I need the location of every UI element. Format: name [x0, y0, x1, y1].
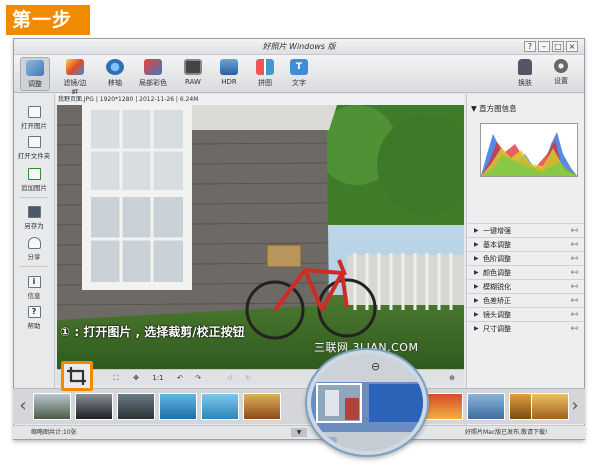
filter-icon: [66, 59, 84, 75]
save-as-icon: [27, 206, 41, 218]
reset-arrow-icon[interactable]: ↤: [570, 294, 578, 308]
status-bar: 缩略图共计:10张 ▼ 好照片Mac版已发布,敬请下载!: [13, 425, 585, 439]
thumbnail-strip: ‹ ›: [13, 388, 585, 424]
minimize-button[interactable]: –: [538, 41, 550, 52]
raw-icon: [184, 59, 202, 75]
zoom-in-icon[interactable]: ⊕: [445, 372, 459, 384]
local-color-icon: [144, 59, 162, 75]
tab-filter-border[interactable]: 滤镜/边框: [60, 57, 90, 97]
chevron-left-icon[interactable]: ‹: [17, 395, 29, 417]
sidebar-item-save-as[interactable]: 另存为: [14, 206, 54, 230]
reset-arrow-icon[interactable]: ↤: [570, 224, 578, 238]
thumbnail[interactable]: [425, 393, 463, 420]
reset-arrow-icon[interactable]: ↤: [570, 280, 578, 294]
undo-icon[interactable]: ↺: [223, 372, 237, 384]
thumbnail[interactable]: [75, 393, 113, 420]
window-title: 好照片 Windows 版: [262, 42, 336, 51]
help-icon: ?: [27, 306, 41, 318]
tab-local-color[interactable]: 局部彩色: [138, 57, 168, 91]
thumbnail[interactable]: [33, 393, 71, 420]
chevron-right-icon[interactable]: ›: [569, 395, 581, 417]
histogram-title: ▼ 直方图信息: [471, 104, 517, 113]
right-panel: ▼ 直方图信息 ▶ 一键增强 ↤ ▶ 基本调整 ↤ ▶ 色阶调整 ↤ ▶ 颜色调整 ↤ ▶ 模糊锐…: [466, 94, 584, 428]
tab-tilt-shift[interactable]: 移轴: [100, 57, 130, 91]
sidebar-divider: [20, 197, 48, 198]
sidebar-item-open-folder[interactable]: 打开文件夹: [14, 136, 54, 160]
thumbnail[interactable]: [531, 393, 569, 420]
sidebar-item-help[interactable]: ? 帮助: [14, 306, 54, 330]
open-image-icon: [27, 106, 41, 118]
left-sidebar: 打开图片 打开文件夹 追加图片 另存为 分享 i 信息 ? 帮助: [14, 94, 55, 428]
main-toolbar: 调整 滤镜/边框 移轴 局部彩色 RAW HDR 拼图 T 文字 换肤 设置: [14, 55, 584, 97]
tilt-shift-icon: [106, 59, 124, 75]
tab-raw[interactable]: RAW: [178, 57, 208, 91]
sidebar-item-append-image[interactable]: 追加图片: [14, 168, 54, 192]
info-icon: i: [27, 276, 41, 288]
actual-size-button[interactable]: 1:1: [149, 372, 167, 384]
thumbnail[interactable]: [243, 393, 281, 420]
sidebar-item-info[interactable]: i 信息: [14, 276, 54, 300]
instruction-callout: ① : 打开图片 , 选择裁剪/校正按钮: [60, 325, 245, 339]
open-folder-icon: [27, 136, 41, 148]
settings-button[interactable]: 设置: [546, 57, 576, 91]
move-icon[interactable]: ✥: [129, 372, 143, 384]
section-basic-adjust[interactable]: ▶ 基本调整 ↤: [467, 237, 584, 251]
reset-arrow-icon[interactable]: ↤: [570, 238, 578, 252]
title-bar: 好照片 Windows 版 ? – □ ×: [14, 39, 584, 55]
section-size-adjust[interactable]: ▶ 尺寸调整 ↤: [467, 321, 584, 335]
svg-text:⊖: ⊖: [371, 360, 380, 373]
reset-arrow-icon[interactable]: ↤: [570, 252, 578, 266]
collapse-strip-button[interactable]: ▼: [291, 428, 307, 437]
crop-icon: [67, 367, 86, 385]
hdr-icon: [220, 59, 238, 75]
thumbnail[interactable]: [159, 393, 197, 420]
magnifier-lens: ⊖ ⊕: [307, 350, 427, 455]
share-icon: [27, 237, 41, 249]
section-lens-adjust[interactable]: ▶ 镜头调整 ↤: [467, 307, 584, 321]
sidebar-divider: [20, 266, 48, 267]
collage-icon: [256, 59, 274, 75]
section-chromatic-aberration[interactable]: ▶ 色差矫正 ↤: [467, 293, 584, 307]
rotate-right-icon[interactable]: ↷: [191, 372, 205, 384]
tab-adjust[interactable]: 调整: [20, 57, 50, 91]
histogram: [480, 123, 578, 177]
thumbnail[interactable]: [117, 393, 155, 420]
crop-button[interactable]: [61, 361, 93, 391]
mac-release-notice[interactable]: 好照片Mac版已发布,敬请下载!: [465, 426, 547, 440]
thumbnail[interactable]: [201, 393, 239, 420]
tab-hdr[interactable]: HDR: [214, 57, 244, 91]
tab-collage[interactable]: 拼图: [250, 57, 280, 91]
thumbnail[interactable]: [467, 393, 505, 420]
sidebar-item-share[interactable]: 分享: [14, 237, 54, 261]
close-button[interactable]: ×: [566, 41, 578, 52]
append-image-icon: [27, 168, 41, 180]
gear-icon: [554, 59, 568, 73]
app-window: 好照片 Windows 版 ? – □ × 调整 滤镜/边框 移轴 局部彩色 R…: [13, 38, 585, 440]
fit-screen-icon[interactable]: ⛶: [109, 372, 123, 384]
section-blur-sharpen[interactable]: ▶ 模糊锐化 ↤: [467, 279, 584, 293]
adjust-icon: [26, 60, 44, 76]
skin-button[interactable]: 换肤: [510, 57, 540, 91]
help-window-button[interactable]: ?: [524, 41, 536, 52]
thumbnail-count: 缩略图共计:10张: [31, 429, 77, 436]
section-one-click-enhance[interactable]: ▶ 一键增强 ↤: [467, 223, 584, 237]
step-label: 第一步: [6, 5, 90, 35]
reset-arrow-icon[interactable]: ↤: [570, 308, 578, 322]
section-levels[interactable]: ▶ 色阶调整 ↤: [467, 251, 584, 265]
section-color-adjust[interactable]: ▶ 颜色调整 ↤: [467, 265, 584, 279]
skin-icon: [518, 59, 532, 75]
maximize-button[interactable]: □: [552, 41, 564, 52]
text-icon: T: [290, 59, 308, 75]
reset-arrow-icon[interactable]: ↤: [570, 322, 578, 336]
sidebar-item-open-image[interactable]: 打开图片: [14, 106, 54, 130]
redo-icon[interactable]: ↻: [241, 372, 255, 384]
tab-text[interactable]: T 文字: [284, 57, 314, 91]
rotate-left-icon[interactable]: ↶: [173, 372, 187, 384]
reset-arrow-icon[interactable]: ↤: [570, 266, 578, 280]
file-info-bar: 我野页面.JPG | 1920*1280 | 2012-11-26 | 6.24…: [56, 94, 464, 105]
